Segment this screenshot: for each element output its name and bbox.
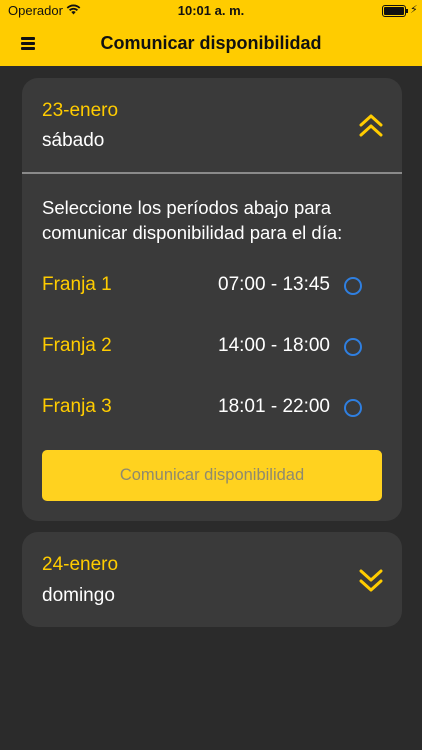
slot-time: 18:01 - 22:00 xyxy=(218,396,330,417)
status-bar: Operador 10:01 a. m. ⚡ xyxy=(0,0,422,22)
day-card-expanded: 23-enero sábado Seleccione los períodos … xyxy=(22,78,402,521)
time-slot-row[interactable]: Franja 2 14:00 - 18:00 xyxy=(22,332,402,362)
app-header: Operador 10:01 a. m. ⚡ Comunicar disponi… xyxy=(0,0,422,66)
battery-icon xyxy=(382,5,406,17)
day-weekday: sábado xyxy=(42,130,105,151)
charging-icon: ⚡ xyxy=(410,4,418,16)
submit-availability-button[interactable]: Comunicar disponibilidad xyxy=(42,450,382,501)
time-slot-row[interactable]: Franja 1 07:00 - 13:45 xyxy=(22,271,402,301)
slot-time: 07:00 - 13:45 xyxy=(218,274,330,295)
slot-name: Franja 2 xyxy=(42,335,112,356)
slot-radio-button[interactable] xyxy=(344,338,362,356)
time-slot-row[interactable]: Franja 3 18:01 - 22:00 xyxy=(22,393,402,423)
instructions-text: Seleccione los períodos abajo para comun… xyxy=(42,197,343,243)
day-weekday: domingo xyxy=(42,585,115,606)
slot-time: 14:00 - 18:00 xyxy=(218,335,330,356)
day-date: 23-enero xyxy=(42,100,119,121)
slot-radio-button[interactable] xyxy=(344,399,362,417)
day-card-collapsed[interactable]: 24-enero domingo xyxy=(22,532,402,627)
day-date: 24-enero xyxy=(42,554,119,575)
expand-chevron-down-icon[interactable] xyxy=(358,566,384,594)
collapse-chevron-up-icon[interactable] xyxy=(358,112,384,140)
page-title: Comunicar disponibilidad xyxy=(100,33,322,53)
divider xyxy=(22,172,402,174)
status-time: 10:01 a. m. xyxy=(177,3,245,18)
slot-radio-button[interactable] xyxy=(344,277,362,295)
slot-name: Franja 1 xyxy=(42,274,112,295)
slot-name: Franja 3 xyxy=(42,396,112,417)
